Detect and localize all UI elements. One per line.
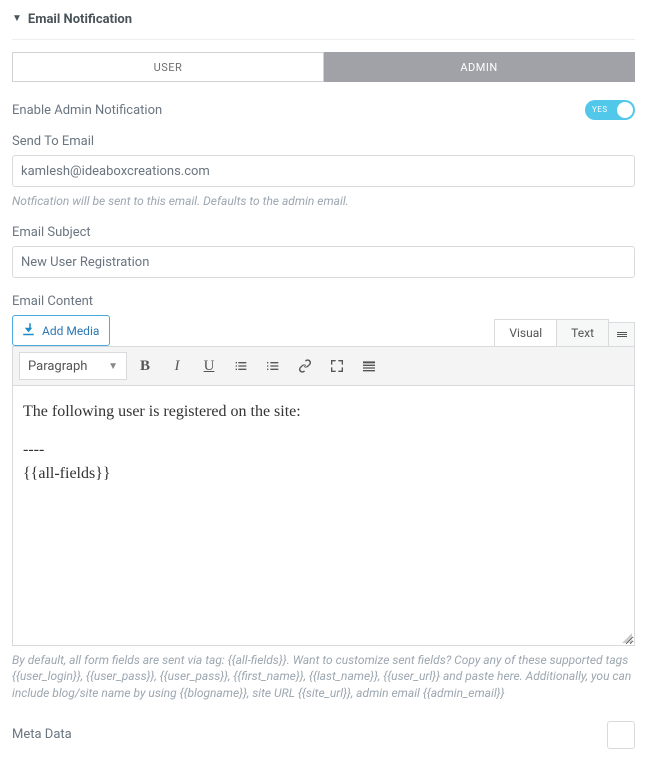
send-to-input[interactable] bbox=[12, 155, 635, 187]
send-to-block: Send To Email Notfication will be sent t… bbox=[12, 134, 635, 209]
content-label: Email Content bbox=[12, 294, 635, 309]
media-icon bbox=[21, 321, 36, 340]
resize-handle[interactable] bbox=[622, 633, 632, 643]
editor-tab-text[interactable]: Text bbox=[557, 319, 609, 346]
editor-line-3: {{all-fields}} bbox=[23, 462, 624, 486]
recipient-tabs: USER ADMIN bbox=[12, 52, 635, 82]
format-select[interactable]: Paragraph ▼ bbox=[19, 352, 127, 380]
subject-input[interactable] bbox=[12, 246, 635, 278]
link-icon bbox=[297, 358, 313, 374]
meta-data-add-button[interactable] bbox=[607, 721, 635, 749]
editor-distraction-free-button[interactable] bbox=[609, 322, 635, 346]
format-select-value: Paragraph bbox=[28, 359, 87, 374]
link-button[interactable] bbox=[291, 352, 319, 380]
subject-label: Email Subject bbox=[12, 225, 635, 240]
toggle-knob bbox=[617, 102, 633, 118]
kitchen-sink-icon bbox=[361, 358, 377, 374]
bulleted-list-button[interactable] bbox=[227, 352, 255, 380]
editor-line-2: ---- bbox=[23, 438, 624, 462]
italic-button[interactable]: I bbox=[163, 352, 191, 380]
toggle-yes-text: YES bbox=[592, 100, 608, 120]
collapse-icon: ▼ bbox=[12, 13, 22, 24]
enable-admin-row: Enable Admin Notification YES bbox=[12, 100, 635, 120]
add-media-label: Add Media bbox=[42, 324, 99, 338]
meta-data-row: Meta Data bbox=[12, 721, 635, 749]
editor-mode-tabs: Visual Text bbox=[494, 315, 635, 346]
meta-data-label: Meta Data bbox=[12, 727, 72, 742]
tab-admin[interactable]: ADMIN bbox=[324, 52, 635, 82]
send-to-help: Notfication will be sent to this email. … bbox=[12, 193, 635, 209]
editor-toolbar: Paragraph ▼ B I U bbox=[12, 346, 635, 386]
numbered-list-button[interactable] bbox=[259, 352, 287, 380]
list-ol-icon bbox=[265, 358, 281, 374]
editor-content[interactable]: The following user is registered on the … bbox=[12, 386, 635, 646]
email-notification-panel: ▼ Email Notification USER ADMIN Enable A… bbox=[0, 0, 647, 769]
subject-block: Email Subject bbox=[12, 225, 635, 278]
panel-header[interactable]: ▼ Email Notification bbox=[12, 8, 635, 40]
content-block: Email Content Add Media Visual Text Para… bbox=[12, 294, 635, 701]
add-media-button[interactable]: Add Media bbox=[12, 315, 110, 346]
menu-icon bbox=[617, 331, 627, 338]
bold-button[interactable]: B bbox=[131, 352, 159, 380]
send-to-label: Send To Email bbox=[12, 134, 635, 149]
editor-tab-visual[interactable]: Visual bbox=[494, 319, 557, 346]
editor-line-1: The following user is registered on the … bbox=[23, 400, 624, 424]
fullscreen-icon bbox=[329, 358, 345, 374]
enable-admin-toggle[interactable]: YES bbox=[585, 100, 635, 120]
toolbar-toggle-button[interactable] bbox=[355, 352, 383, 380]
enable-admin-label: Enable Admin Notification bbox=[12, 103, 162, 118]
tab-user[interactable]: USER bbox=[12, 52, 324, 82]
panel-title: Email Notification bbox=[28, 12, 132, 27]
editor-topbar: Add Media Visual Text bbox=[12, 315, 635, 346]
content-help: By default, all form fields are sent via… bbox=[12, 652, 635, 701]
list-ul-icon bbox=[233, 358, 249, 374]
underline-button[interactable]: U bbox=[195, 352, 223, 380]
chevron-down-icon: ▼ bbox=[108, 361, 118, 372]
fullscreen-button[interactable] bbox=[323, 352, 351, 380]
